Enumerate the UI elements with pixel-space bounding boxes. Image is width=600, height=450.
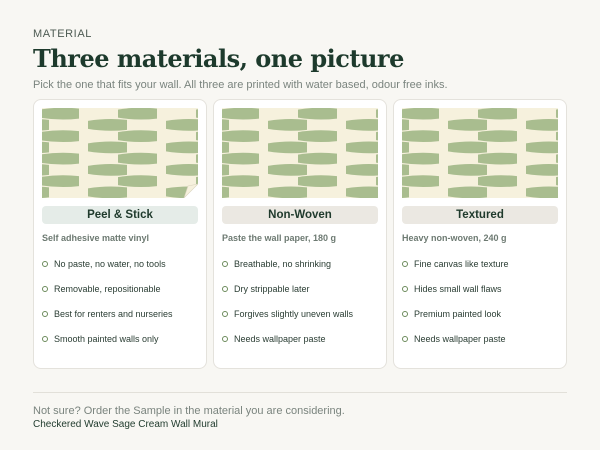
material-name-badge: Non-Woven xyxy=(222,206,378,224)
product-name: Checkered Wave Sage Cream Wall Mural xyxy=(33,419,218,430)
feature-item: Smooth painted walls only xyxy=(42,326,198,351)
feature-item: Dry strippable later xyxy=(222,276,378,301)
feature-text: Premium painted look xyxy=(414,308,502,319)
feature-text: Hides small wall flaws xyxy=(414,283,502,294)
feature-item: Forgives slightly uneven walls xyxy=(222,301,378,326)
textured-pattern-image xyxy=(402,108,558,198)
material-description: Paste the wall paper, 180 g xyxy=(222,233,337,243)
bullet-icon xyxy=(222,310,228,317)
feature-list: No paste, no water, no tools Removable, … xyxy=(42,251,198,351)
feature-item: Fine canvas like texture xyxy=(402,251,558,276)
page-subtitle: Pick the one that fits your wall. All th… xyxy=(33,79,448,91)
feature-text: Needs wallpaper paste xyxy=(414,333,506,344)
bullet-icon xyxy=(402,335,408,342)
bullet-icon xyxy=(402,260,408,267)
bullet-icon xyxy=(402,310,408,317)
peel-and-stick-pattern-image xyxy=(42,108,198,198)
material-description: Heavy non-woven, 240 g xyxy=(402,233,507,243)
bullet-icon xyxy=(42,335,48,342)
feature-item: Breathable, no shrinking xyxy=(222,251,378,276)
material-card-peel-and-stick[interactable]: Peel & Stick Self adhesive matte vinyl N… xyxy=(33,99,207,369)
bullet-icon xyxy=(42,310,48,317)
sample-note: Not sure? Order the Sample in the materi… xyxy=(33,405,345,417)
feature-text: Needs wallpaper paste xyxy=(234,333,326,344)
bullet-icon xyxy=(42,285,48,292)
feature-item: Removable, repositionable xyxy=(42,276,198,301)
section-eyebrow: MATERIAL xyxy=(33,28,92,40)
bullet-icon xyxy=(222,285,228,292)
feature-text: Breathable, no shrinking xyxy=(234,258,332,269)
bullet-icon xyxy=(222,335,228,342)
material-name-badge: Textured xyxy=(402,206,558,224)
feature-text: Smooth painted walls only xyxy=(54,333,159,344)
feature-text: Removable, repositionable xyxy=(54,283,161,294)
material-description: Self adhesive matte vinyl xyxy=(42,233,150,243)
page-title: Three materials, one picture xyxy=(33,44,404,73)
material-cards: Peel & Stick Self adhesive matte vinyl N… xyxy=(33,99,567,369)
feature-item: No paste, no water, no tools xyxy=(42,251,198,276)
bullet-icon xyxy=(402,285,408,292)
feature-item: Best for renters and nurseries xyxy=(42,301,198,326)
feature-item: Hides small wall flaws xyxy=(402,276,558,301)
material-page: MATERIAL Three materials, one picture Pi… xyxy=(0,0,600,450)
material-name-badge: Peel & Stick xyxy=(42,206,198,224)
footer-divider xyxy=(33,392,567,393)
non-woven-pattern-image xyxy=(222,108,378,198)
bullet-icon xyxy=(222,260,228,267)
material-card-textured[interactable]: Textured Heavy non-woven, 240 g Fine can… xyxy=(393,99,567,369)
feature-text: Fine canvas like texture xyxy=(414,258,509,269)
bullet-icon xyxy=(42,260,48,267)
feature-item: Needs wallpaper paste xyxy=(402,326,558,351)
feature-list: Fine canvas like texture Hides small wal… xyxy=(402,251,558,351)
feature-text: Forgives slightly uneven walls xyxy=(234,308,354,319)
feature-text: Best for renters and nurseries xyxy=(54,308,173,319)
feature-text: Dry strippable later xyxy=(234,283,310,294)
feature-item: Premium painted look xyxy=(402,301,558,326)
feature-item: Needs wallpaper paste xyxy=(222,326,378,351)
feature-text: No paste, no water, no tools xyxy=(54,258,166,269)
material-card-non-woven[interactable]: Non-Woven Paste the wall paper, 180 g Br… xyxy=(213,99,387,369)
feature-list: Breathable, no shrinking Dry strippable … xyxy=(222,251,378,351)
